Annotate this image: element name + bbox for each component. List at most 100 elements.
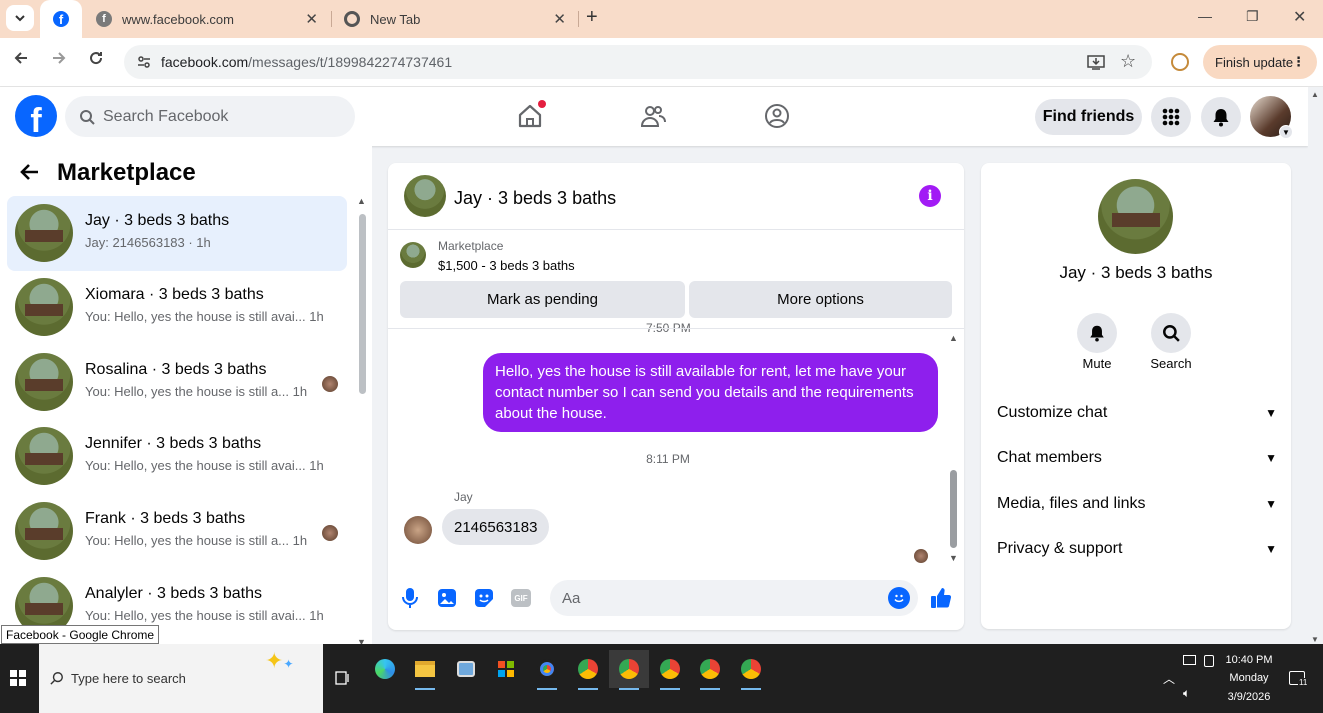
chrome-icon[interactable] — [650, 650, 690, 690]
notification-center-icon[interactable]: 11 — [1289, 671, 1309, 687]
facebook-logo-icon[interactable]: f — [15, 95, 57, 137]
task-view-icon[interactable] — [323, 659, 363, 697]
photos-icon[interactable] — [446, 650, 486, 688]
windows-taskbar: Type here to search ✦✦ ︿ 🔈︎ 10:40 PM Mon… — [0, 644, 1323, 713]
notification-count-badge: 11 — [1298, 678, 1309, 687]
scroll-up-arrow-icon[interactable]: ▲ — [1311, 90, 1319, 99]
scroll-up-arrow-icon[interactable]: ▲ — [949, 333, 958, 343]
outgoing-message-bubble[interactable]: Hello, yes the house is still available … — [483, 353, 938, 432]
thumbs-up-icon[interactable] — [929, 587, 953, 609]
install-app-icon[interactable] — [1087, 53, 1105, 76]
friends-icon[interactable] — [638, 101, 668, 131]
sticker-icon[interactable] — [473, 587, 495, 609]
incoming-message-bubble[interactable]: 2146563183 — [442, 509, 550, 545]
notifications-bell-icon[interactable] — [1201, 97, 1241, 137]
conversation-item[interactable]: Rosalina · 3 beds 3 baths You: Hello, ye… — [7, 345, 347, 420]
back-arrow-icon[interactable] — [18, 161, 40, 190]
bookmark-star-icon[interactable]: ☆ — [1120, 51, 1136, 72]
more-options-button[interactable]: More options — [689, 281, 952, 318]
chrome-icon[interactable] — [527, 650, 567, 690]
emoji-icon[interactable] — [888, 587, 910, 609]
sender-avatar[interactable] — [404, 516, 432, 544]
tab-search-button[interactable] — [6, 5, 34, 31]
tab-separator — [578, 11, 579, 27]
conversation-item[interactable]: Jay · 3 beds 3 baths Jay: 2146563183 · 1… — [7, 196, 347, 271]
search-facebook-input[interactable] — [103, 107, 333, 126]
chat-avatar[interactable] — [1098, 179, 1173, 254]
clock-day[interactable]: Monday — [1219, 672, 1279, 684]
profile-icon[interactable] — [1171, 53, 1189, 71]
facebook-search[interactable] — [65, 96, 355, 137]
tab-new-tab[interactable]: New Tab ✕ — [334, 0, 578, 38]
close-tab-icon[interactable]: ✕ — [305, 10, 318, 28]
conversation-name: Analyler · 3 beds 3 baths — [85, 585, 262, 602]
volume-icon[interactable]: 🔈︎ — [1183, 686, 1190, 701]
scroll-down-arrow-icon[interactable]: ▼ — [1311, 635, 1319, 644]
chat-avatar[interactable] — [404, 175, 446, 217]
message-composer[interactable] — [550, 580, 918, 616]
info-icon[interactable]: i — [919, 185, 941, 207]
reload-icon[interactable] — [88, 50, 104, 71]
file-explorer-icon[interactable] — [405, 650, 445, 690]
network-icon[interactable] — [1183, 655, 1196, 665]
address-bar[interactable]: facebook.com/messages/t/1899842274737461… — [124, 45, 1152, 79]
media-files-links-section[interactable]: Media, files and links ▼ — [997, 489, 1277, 519]
listing-price[interactable]: $1,500 - 3 beds 3 baths — [438, 258, 575, 273]
gif-icon[interactable]: GIF — [510, 587, 532, 609]
seen-avatar — [322, 376, 338, 392]
menu-grid-icon[interactable] — [1151, 97, 1191, 137]
home-icon[interactable] — [515, 100, 546, 131]
privacy-support-section[interactable]: Privacy & support ▼ — [997, 534, 1277, 564]
taskbar-search-placeholder: Type here to search — [71, 671, 186, 686]
search-icon — [80, 109, 95, 125]
conversation-item[interactable]: Jennifer · 3 beds 3 baths You: Hello, ye… — [7, 419, 347, 494]
back-arrow-icon[interactable] — [13, 50, 29, 71]
site-settings-icon[interactable] — [136, 54, 152, 75]
chrome-icon[interactable] — [731, 650, 771, 690]
restore-icon[interactable]: ❐ — [1246, 8, 1259, 25]
conversation-item[interactable]: Frank · 3 beds 3 baths You: Hello, yes t… — [7, 494, 347, 569]
message-input[interactable] — [562, 589, 862, 607]
photo-icon[interactable] — [436, 587, 458, 609]
minimize-icon[interactable]: — — [1198, 8, 1212, 24]
store-icon[interactable] — [486, 650, 526, 688]
close-window-icon[interactable]: ✕ — [1293, 7, 1306, 27]
scroll-down-arrow-icon[interactable]: ▼ — [949, 553, 958, 563]
edge-icon[interactable] — [365, 650, 405, 688]
find-friends-button[interactable]: Find friends — [1035, 99, 1142, 135]
forward-arrow-icon[interactable] — [51, 50, 67, 71]
clock-time[interactable]: 10:40 PM — [1219, 654, 1279, 666]
conversation-item[interactable]: Xiomara · 3 beds 3 baths You: Hello, yes… — [7, 270, 347, 345]
taskbar-search[interactable]: Type here to search ✦✦ — [39, 644, 323, 713]
chat-title[interactable]: Jay · 3 beds 3 baths — [454, 188, 616, 209]
kebab-menu-icon[interactable]: ⋮ — [1292, 54, 1305, 70]
scrollbar-thumb[interactable] — [359, 214, 366, 394]
tab-facebook[interactable]: f www.facebook.com ✕ — [86, 0, 330, 38]
chrome-icon[interactable] — [568, 650, 608, 690]
close-tab-icon[interactable]: ✕ — [553, 10, 566, 28]
page-scrollbar[interactable]: ▲ ▼ — [1308, 87, 1323, 644]
windows-start-icon[interactable] — [10, 670, 26, 691]
groups-icon[interactable] — [762, 101, 792, 131]
chrome-icon[interactable] — [609, 650, 649, 690]
chrome-icon[interactable] — [690, 650, 730, 690]
clock-date[interactable]: 3/9/2026 — [1219, 691, 1279, 703]
account-avatar[interactable]: ▼ — [1250, 96, 1293, 139]
new-tab-plus-icon[interactable]: + — [586, 6, 598, 29]
chat-members-section[interactable]: Chat members ▼ — [997, 443, 1277, 473]
scrollbar-thumb[interactable] — [950, 470, 957, 548]
listing-thumbnail — [15, 502, 73, 560]
mark-as-pending-button[interactable]: Mark as pending — [400, 281, 685, 318]
show-hidden-icons-chevron-icon[interactable]: ︿ — [1163, 670, 1175, 687]
conversation-list-scrollbar[interactable]: ▲ ▼ — [356, 196, 368, 647]
tab-facebook-active[interactable]: f — [40, 0, 82, 38]
customize-chat-section[interactable]: Customize chat ▼ — [997, 398, 1277, 428]
finish-update-button[interactable]: Finish update ⋮ — [1203, 45, 1317, 79]
listing-thumbnail — [15, 353, 73, 411]
sender-name: Jay — [454, 490, 473, 504]
search-in-chat-button[interactable] — [1151, 313, 1191, 353]
battery-icon[interactable] — [1204, 655, 1214, 667]
scroll-up-arrow-icon[interactable]: ▲ — [357, 196, 366, 206]
microphone-icon[interactable] — [399, 587, 421, 609]
mute-button[interactable] — [1077, 313, 1117, 353]
